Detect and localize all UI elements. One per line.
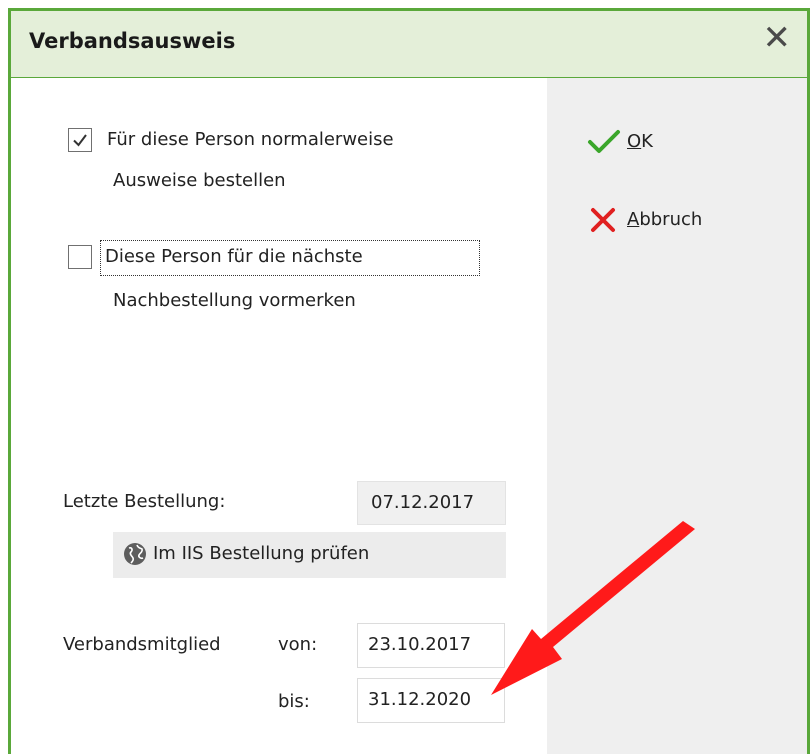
- iis-check-order-label: Im IIS Bestellung prüfen: [153, 543, 370, 564]
- last-order-label: Letzte Bestellung:: [63, 491, 226, 512]
- next-order-label-line2[interactable]: Nachbestellung vormerken: [113, 290, 356, 311]
- iis-check-order-button[interactable]: Im IIS Bestellung prüfen: [113, 532, 506, 578]
- normal-order-checkbox[interactable]: [68, 128, 92, 152]
- membership-to-label: bis:: [278, 691, 310, 712]
- normal-order-label-line2[interactable]: Ausweise bestellen: [113, 170, 286, 191]
- cancel-label: Abbruch: [627, 209, 703, 230]
- red-arrow-annotation: [491, 521, 695, 695]
- next-order-label-line1[interactable]: Diese Person für die nächste: [100, 240, 480, 276]
- checkmark-icon: [73, 134, 87, 147]
- normal-order-label-line1[interactable]: Für diese Person normalerweise: [107, 129, 394, 150]
- dialog-window: Verbandsausweis ✕ Für diese Person norma…: [8, 8, 810, 754]
- dialog-title: Verbandsausweis: [29, 29, 236, 53]
- title-bar: Verbandsausweis ✕: [11, 11, 807, 78]
- ok-label: OK: [627, 131, 653, 152]
- next-order-checkbox[interactable]: [68, 245, 92, 269]
- ok-button[interactable]: OK: [587, 129, 707, 159]
- membership-from-label: von:: [278, 634, 318, 655]
- membership-label: Verbandsmitglied: [63, 634, 221, 655]
- globe-icon: [124, 543, 146, 565]
- cross-icon: [591, 208, 615, 232]
- cancel-button[interactable]: Abbruch: [587, 206, 727, 236]
- check-icon: [588, 130, 620, 153]
- close-icon[interactable]: ✕: [763, 21, 792, 55]
